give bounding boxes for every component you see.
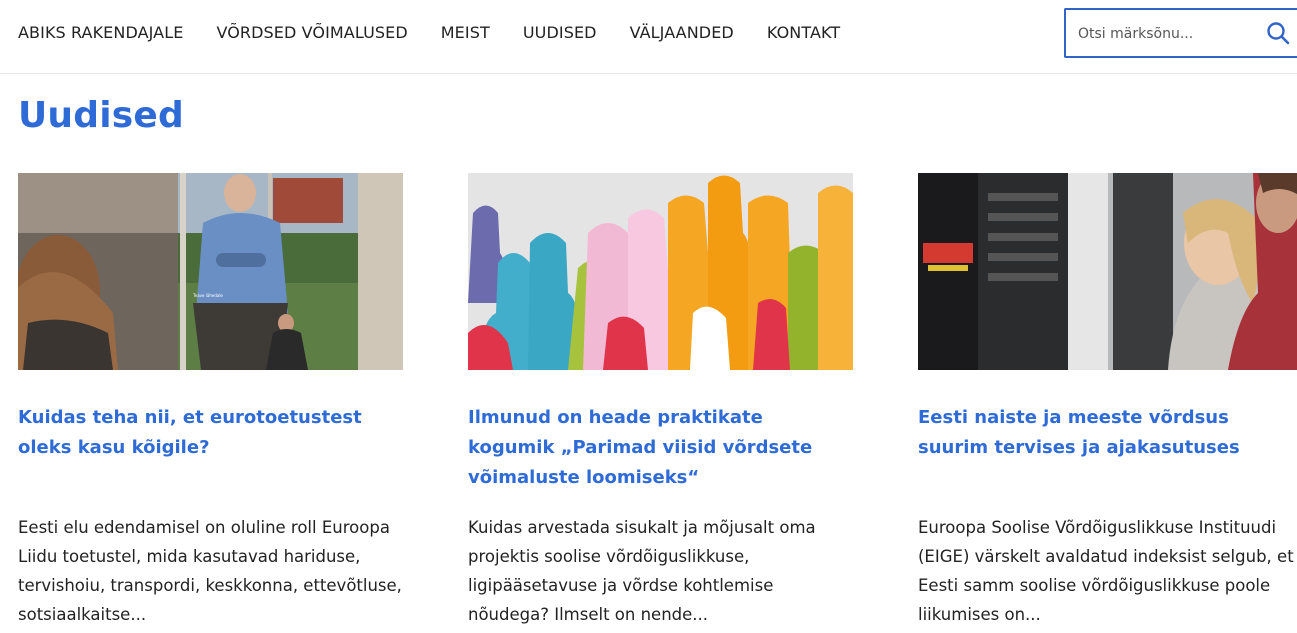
news-title-3[interactable]: Eesti naiste ja meeste võrdsus suurim te…	[918, 403, 1297, 463]
search-button[interactable]	[1264, 20, 1292, 48]
news-title-2[interactable]: Ilmunud on heade praktikate kogumik „Par…	[468, 403, 853, 493]
top-navigation: ABIKS RAKENDAJALE VÕRDSED VÕIMALUSED MEI…	[0, 0, 1297, 74]
news-excerpt-2: Kuidas arvestada sisukalt ja mõjusalt om…	[468, 518, 816, 624]
nav-uudised[interactable]: UUDISED	[523, 22, 597, 44]
search-box	[1064, 8, 1297, 58]
page-title: Uudised	[18, 95, 184, 136]
news-image-server-room[interactable]	[918, 173, 1297, 370]
nav-meist[interactable]: MEIST	[441, 22, 490, 44]
news-card-3: Eesti naiste ja meeste võrdsus suurim te…	[918, 173, 1297, 624]
news-image-exhibition[interactable]: Teave lähedale	[18, 173, 403, 370]
news-title-1[interactable]: Kuidas teha nii, et eurotoetustest oleks…	[18, 403, 403, 463]
magnifier-icon	[1267, 22, 1290, 45]
nav-valjaanded[interactable]: VÄLJAANDED	[630, 22, 734, 44]
news-excerpt-1: Eesti elu edendamisel on oluline roll Eu…	[18, 518, 402, 624]
news-card-2: Ilmunud on heade praktikate kogumik „Par…	[468, 173, 853, 624]
svg-text:Teave lähedale: Teave lähedale	[192, 293, 223, 298]
nav-abiks-rakendajale[interactable]: ABIKS RAKENDAJALE	[18, 22, 183, 44]
news-image-silhouettes[interactable]	[468, 173, 853, 370]
news-excerpt-3: Euroopa Soolise Võrdõiguslikkuse Institu…	[918, 518, 1294, 624]
nav-vordsed-voimalused[interactable]: VÕRDSED VÕIMALUSED	[216, 22, 407, 44]
nav-kontakt[interactable]: KONTAKT	[767, 22, 840, 44]
search-input[interactable]	[1078, 21, 1248, 47]
main-menu: ABIKS RAKENDAJALE VÕRDSED VÕIMALUSED MEI…	[18, 22, 873, 44]
news-card-1: Teave lähedale Kuidas teha nii, et eurot…	[18, 173, 403, 624]
